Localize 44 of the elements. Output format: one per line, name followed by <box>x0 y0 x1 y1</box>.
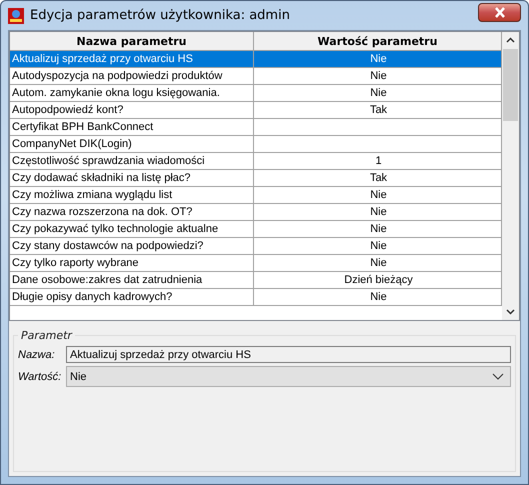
table-cell[interactable]: Certyfikat BPH BankConnect <box>10 119 254 136</box>
table-cell[interactable]: Dzień bieżący <box>254 272 502 289</box>
table-cell[interactable]: Nie <box>254 187 502 204</box>
table-cell[interactable]: Autom. zamykanie okna logu księgowania. <box>10 85 254 102</box>
table-cell[interactable]: Nie <box>254 204 502 221</box>
table-cell[interactable]: Czy dodawać składniki na listę płac? <box>10 170 254 187</box>
chevron-down-icon <box>492 373 504 380</box>
table-cell[interactable]: Czy stany dostawców na podpowiedzi? <box>10 238 254 255</box>
column-header[interactable]: Wartość parametru <box>254 32 502 51</box>
table-cell[interactable]: Nie <box>254 221 502 238</box>
scroll-thumb[interactable] <box>503 49 518 121</box>
field-label: Wartość: <box>18 370 62 382</box>
close-icon <box>494 7 506 18</box>
table-cell[interactable]: Czy nazwa rozszerzona na dok. OT? <box>10 204 254 221</box>
table-cell[interactable]: Dane osobowe:zakres dat zatrudnienia <box>10 272 254 289</box>
table-cell[interactable]: 1 <box>254 153 502 170</box>
table-cell[interactable]: CompanyNet DIK(Login) <box>10 136 254 153</box>
table-cell[interactable]: Nie <box>254 255 502 272</box>
table-cell[interactable]: Nie <box>254 68 502 85</box>
value-dropdown[interactable]: Nie <box>66 366 511 387</box>
name-field[interactable]: Aktualizuj sprzedaż przy otwarciu HS <box>66 346 511 363</box>
table-cell[interactable]: Nie <box>254 85 502 102</box>
column-header[interactable]: Nazwa parametru <box>10 32 254 51</box>
table-cell[interactable]: Czy możliwa zmiana wyglądu list <box>10 187 254 204</box>
app-logo-icon <box>8 8 24 24</box>
table-cell[interactable]: Czy tylko raporty wybrane <box>10 255 254 272</box>
table-cell[interactable]: Aktualizuj sprzedaż przy otwarciu HS <box>10 51 254 68</box>
table-cell[interactable]: Autodyspozycja na podpowiedzi produktów <box>10 68 254 85</box>
table-cell[interactable]: Nie <box>254 289 502 306</box>
table-cell[interactable]: Nie <box>254 51 502 68</box>
table-cell[interactable]: Tak <box>254 170 502 187</box>
table-cell[interactable] <box>254 119 502 136</box>
table-cell[interactable] <box>254 136 502 153</box>
table-cell[interactable]: Częstotliwość sprawdzania wiadomości <box>10 153 254 170</box>
table-cell[interactable]: Czy pokazywać tylko technologie aktualne <box>10 221 254 238</box>
group-title: Parametr <box>20 329 74 342</box>
window-title: Edycja parametrów użytkownika: admin <box>30 8 291 23</box>
close-button[interactable] <box>478 3 521 22</box>
scrollbar[interactable] <box>502 32 519 320</box>
table-cell[interactable]: Autopodpowiedź kont? <box>10 102 254 119</box>
field-label: Nazwa: <box>18 348 56 360</box>
table-cell[interactable]: Nie <box>254 238 502 255</box>
table-cell[interactable]: Długie opisy danych kadrowych? <box>10 289 254 306</box>
table-cell[interactable]: Tak <box>254 102 502 119</box>
